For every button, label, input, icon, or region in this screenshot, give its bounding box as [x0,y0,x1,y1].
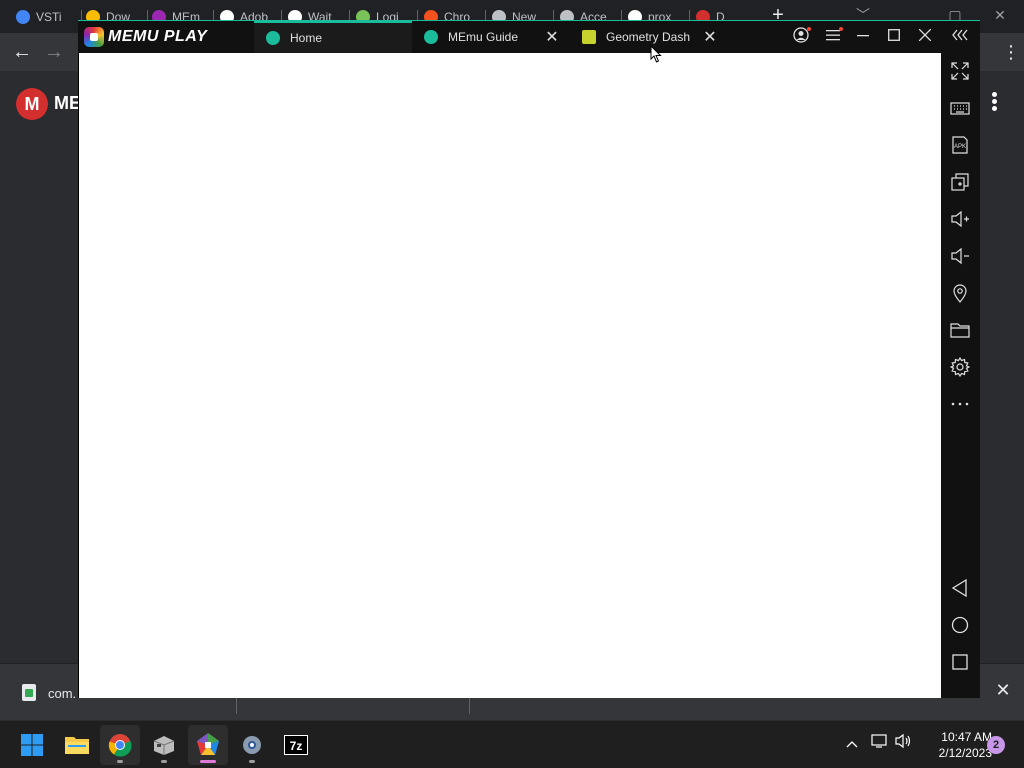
windows-logo-icon [21,734,43,756]
close-button[interactable] [915,27,935,47]
7zip-icon: 7z [284,735,308,755]
package-icon [153,736,175,755]
memu-icon [197,733,219,755]
multi-window-icon[interactable] [948,170,972,194]
chrome-tab-label: VSTi [36,10,62,24]
tab-label: Home [290,31,323,45]
notification-badge[interactable]: 2 [987,736,1005,754]
memu-sidebar: APK [941,53,980,698]
download-item[interactable]: com. [48,686,76,701]
account-icon[interactable] [791,27,811,47]
7zip-taskbar-button[interactable]: 7z [276,725,316,765]
close-download-bar-button[interactable]: ✕ [994,681,1012,699]
collapse-sidebar-icon[interactable] [950,27,970,47]
chrome-close-button[interactable]: ✕ [990,6,1010,24]
maximize-button[interactable] [884,27,904,47]
download-file-icon [22,684,36,701]
tab-favicon-icon [16,10,30,24]
memu-taskbar-button[interactable] [188,725,228,765]
chrome-tab[interactable]: VSTi [16,6,82,28]
tab-geometry-dash[interactable]: Geometry Dash ✕ [570,21,728,53]
location-icon[interactable] [948,281,972,305]
tab-label: MEmu Guide [448,30,519,44]
minimize-button[interactable] [853,27,873,47]
apk-icon[interactable]: APK [948,133,972,157]
tab-memu-guide[interactable]: MEmu Guide ✕ [412,21,570,53]
menu-icon[interactable] [823,27,843,47]
taskbar: 7z 10:47 AM 2/12/2023 2 [0,720,1024,768]
memu-logo-text: MEMU PLAY [108,28,208,45]
android-back-icon[interactable] [948,576,972,600]
file-explorer-button[interactable] [57,725,97,765]
settings-icon[interactable] [948,355,972,379]
forward-button[interactable]: → [43,41,65,63]
tab-label: Geometry Dash [606,30,691,44]
fullscreen-icon[interactable] [948,59,972,83]
memu-site-logo[interactable]: M [16,88,48,120]
volume-icon[interactable] [894,733,914,753]
volume-up-icon[interactable] [948,207,972,231]
memu-logo-icon [84,27,104,47]
guide-tab-icon [424,30,438,44]
memu-logo: MEMU PLAY [84,27,207,47]
android-screen[interactable] [79,53,941,698]
home-tab-icon [266,31,280,45]
folder-icon [65,737,89,754]
tab-home[interactable]: Home [254,21,412,53]
svg-text:7z: 7z [290,739,303,753]
network-icon[interactable] [870,733,890,753]
memu-site-logo-text: ME [54,93,81,113]
chrome-taskbar-button[interactable] [100,725,140,765]
memu-titlebar: MEMU PLAY Home MEmu Guide ✕ Geometry Das… [78,21,980,53]
android-home-icon[interactable] [948,613,972,637]
show-hidden-icons-button[interactable] [842,733,862,753]
clock-date: 2/12/2023 [938,746,992,760]
memu-window: MEMU PLAY Home MEmu Guide ✕ Geometry Das… [78,20,980,698]
volume-down-icon[interactable] [948,244,972,268]
chrome-menu-button[interactable]: ⋮ [1002,41,1020,63]
mouse-cursor-icon [650,45,662,63]
android-recents-icon[interactable] [948,650,972,674]
site-menu-icon[interactable] [990,91,998,115]
settings-taskbar-button[interactable] [232,725,272,765]
close-tab-icon[interactable]: ✕ [700,27,720,47]
package-app-button[interactable] [144,725,184,765]
start-button[interactable] [12,725,52,765]
svg-text:APK: APK [954,144,966,150]
more-icon[interactable] [948,392,972,416]
back-button[interactable]: ← [11,41,33,63]
folder-icon[interactable] [948,318,972,342]
chrome-icon [108,734,132,757]
geometry-dash-tab-icon [582,30,596,44]
settings-gear-icon [243,736,261,754]
clock[interactable]: 10:47 AM 2/12/2023 [920,729,992,761]
close-tab-icon[interactable]: ✕ [542,27,562,47]
clock-time: 10:47 AM [941,730,992,744]
keyboard-icon[interactable] [948,96,972,120]
